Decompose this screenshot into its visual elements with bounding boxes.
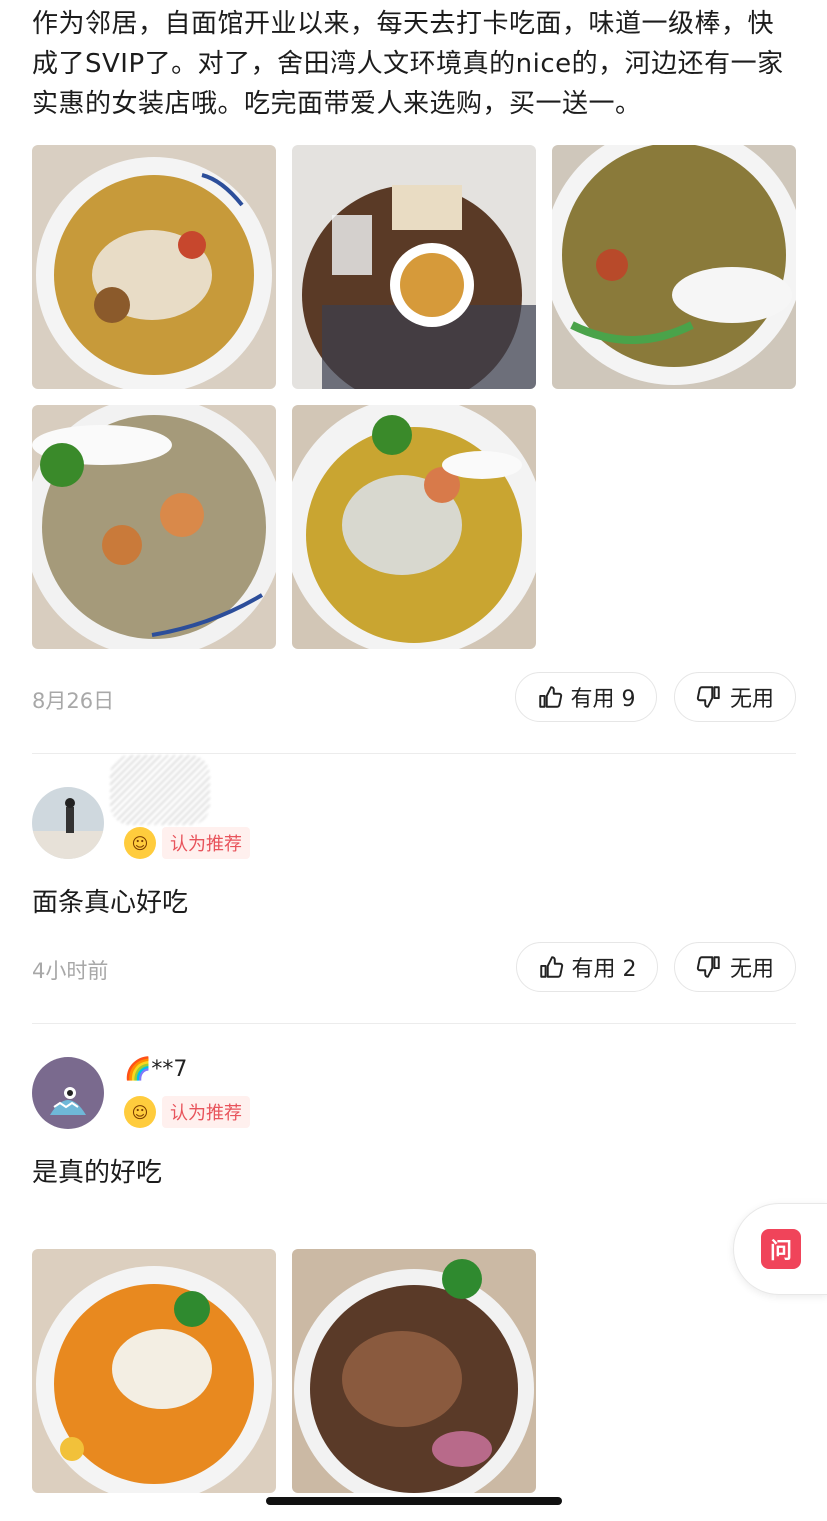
review-date: 8月26日: [32, 689, 115, 713]
home-indicator[interactable]: [266, 1497, 562, 1505]
review-photo[interactable]: [292, 1249, 536, 1493]
useful-label: 有用 2: [571, 957, 637, 982]
useless-label: 无用: [729, 957, 774, 982]
comment-text: 面条真心好吃: [32, 888, 189, 918]
divider: [32, 753, 796, 754]
review-photo[interactable]: [32, 405, 276, 649]
recommend-badge: ☺ 认为推荐: [124, 827, 250, 859]
smile-emoji-icon: ☺: [124, 827, 156, 859]
avatar[interactable]: [32, 787, 104, 859]
useless-button[interactable]: 无用: [674, 942, 796, 992]
ask-icon: 问: [761, 1229, 801, 1269]
badge-label: 认为推荐: [162, 1096, 250, 1128]
username[interactable]: 🌈**7: [124, 1057, 187, 1082]
review-photo[interactable]: [32, 145, 276, 389]
thumbs-down-icon: [696, 686, 720, 708]
comment-time: 4小时前: [32, 959, 109, 983]
review-photo[interactable]: [292, 145, 536, 389]
review-photo[interactable]: [552, 145, 796, 389]
ask-button[interactable]: 问: [733, 1203, 827, 1295]
useless-button[interactable]: 无用: [674, 672, 796, 722]
recommend-badge: ☺ 认为推荐: [124, 1096, 250, 1128]
thumbs-down-icon: [696, 956, 720, 978]
useless-label: 无用: [729, 687, 774, 712]
comment-text: 是真的好吃: [32, 1158, 163, 1188]
divider: [32, 1023, 796, 1024]
thumbs-up-icon: [539, 956, 563, 978]
review-photo[interactable]: [32, 1249, 276, 1493]
review-photo[interactable]: [292, 405, 536, 649]
username-blurred: [110, 755, 210, 825]
thumbs-up-icon: [538, 686, 562, 708]
useful-button[interactable]: 有用 2: [516, 942, 658, 992]
badge-label: 认为推荐: [162, 827, 250, 859]
useful-button[interactable]: 有用 9: [515, 672, 657, 722]
review-text: 作为邻居，自面馆开业以来，每天去打卡吃面，味道一级棒，快成了SVIP了。对了，舍…: [32, 9, 784, 119]
smile-emoji-icon: ☺: [124, 1096, 156, 1128]
avatar[interactable]: [32, 1057, 104, 1129]
useful-label: 有用 9: [570, 687, 636, 712]
